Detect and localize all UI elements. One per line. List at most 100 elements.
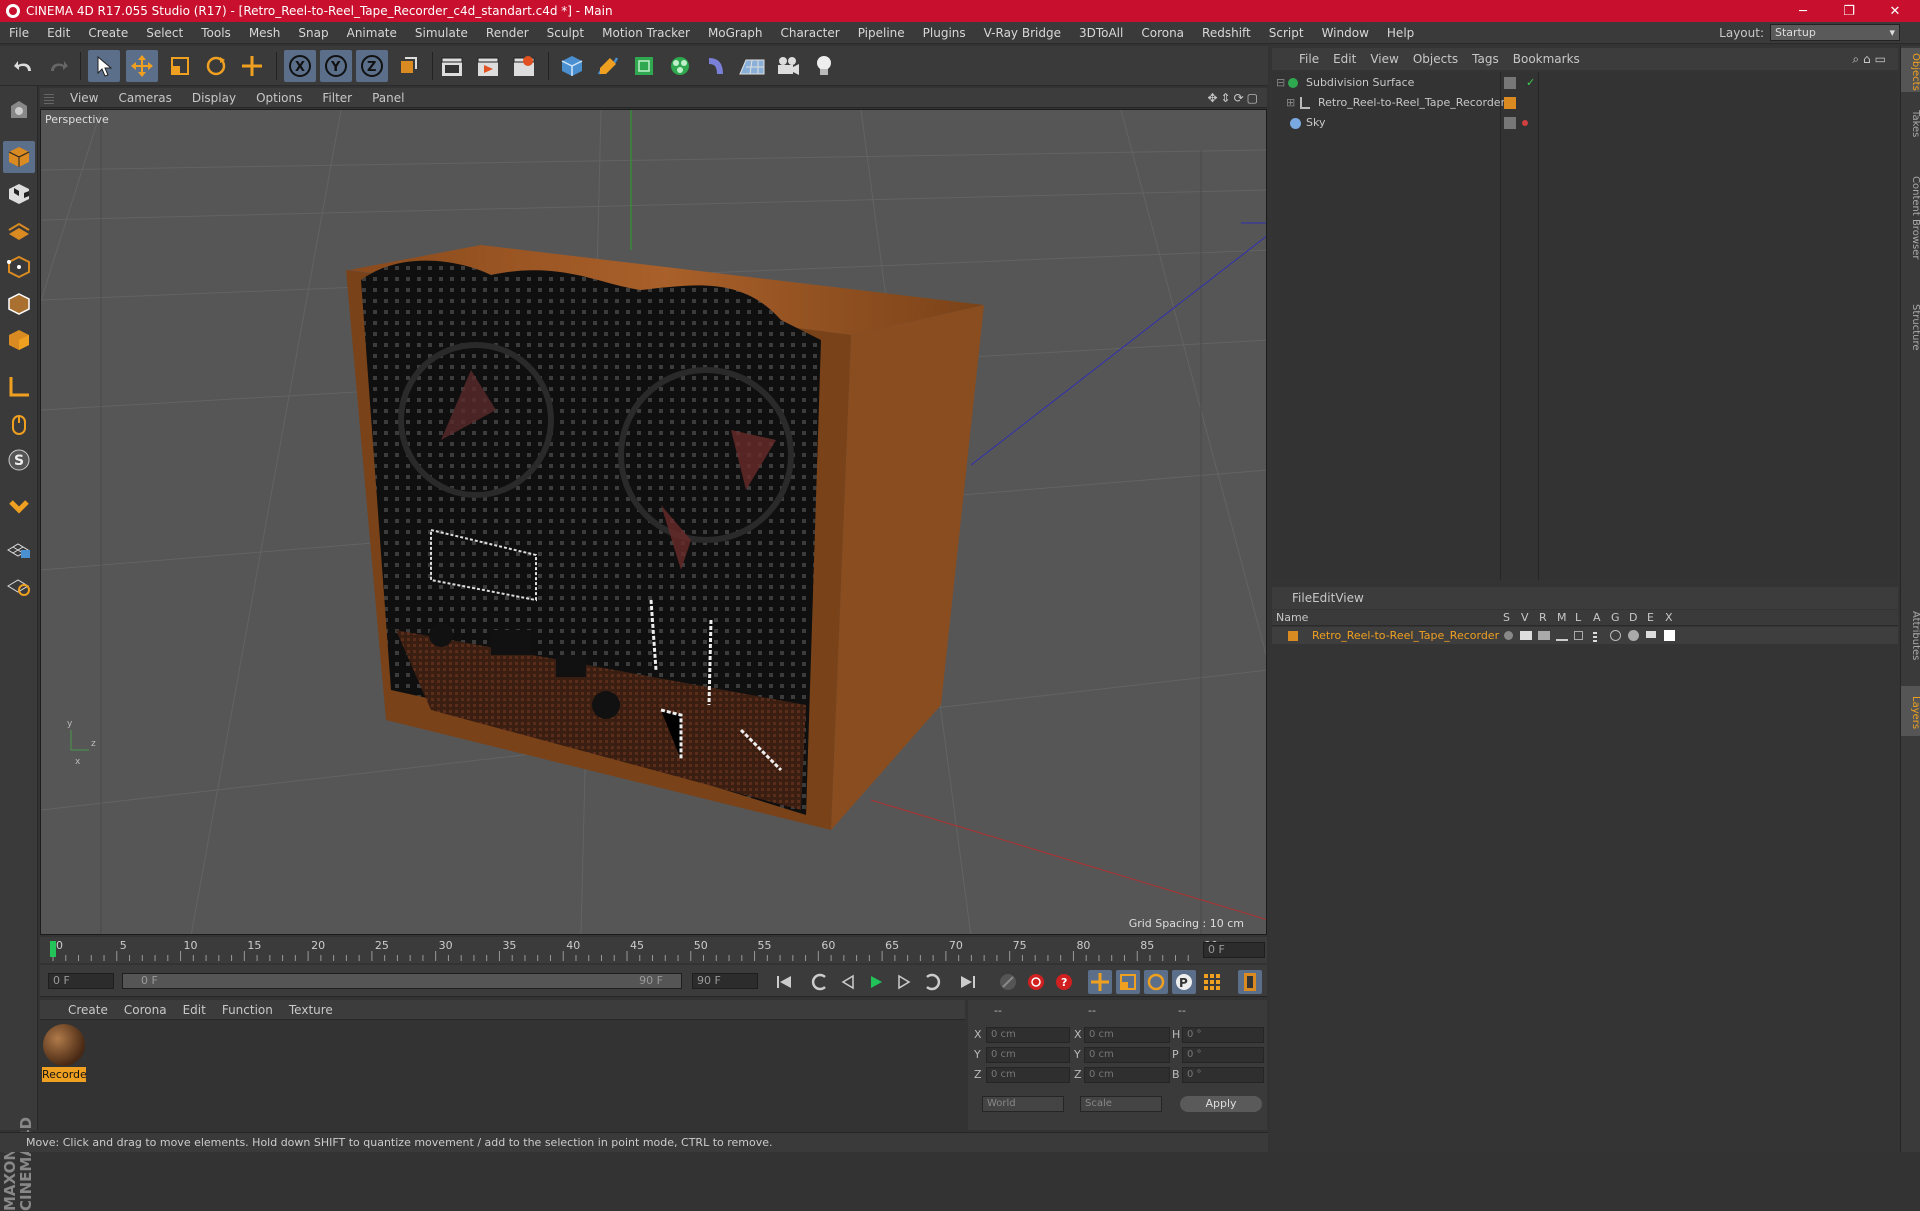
restore-button[interactable]: ❐ bbox=[1826, 0, 1872, 22]
tab-attributes[interactable]: Attributes bbox=[1901, 586, 1920, 682]
key-position-toggle[interactable] bbox=[1088, 970, 1112, 994]
deformer-icon[interactable] bbox=[1628, 630, 1639, 641]
magnet-button[interactable] bbox=[3, 490, 35, 522]
spline-pen-button[interactable] bbox=[592, 50, 624, 82]
play-button[interactable] bbox=[864, 970, 888, 994]
object-row-subdivision-surface[interactable]: ⊟ Subdivision Surface ✓ bbox=[1272, 74, 1898, 92]
prev-frame-button[interactable] bbox=[836, 970, 860, 994]
object-manager-nav-icons[interactable]: ⌕⌂▭ bbox=[1852, 52, 1890, 67]
x-axis-lock[interactable]: X bbox=[284, 50, 316, 82]
y-axis-lock[interactable]: Y bbox=[320, 50, 352, 82]
viewport-menu-panel[interactable]: Panel bbox=[362, 91, 414, 105]
layer-col-render[interactable]: R bbox=[1539, 610, 1547, 626]
go-to-start-button[interactable] bbox=[772, 970, 796, 994]
menu-animate[interactable]: Animate bbox=[338, 26, 406, 40]
menu-redshift[interactable]: Redshift bbox=[1193, 26, 1260, 40]
rot-b-field[interactable]: 0 ° bbox=[1182, 1067, 1264, 1083]
edges-mode-button[interactable] bbox=[3, 288, 35, 320]
material-item[interactable]: Recorde bbox=[42, 1023, 87, 1083]
viewport-menu-display[interactable]: Display bbox=[182, 91, 246, 105]
workplane-align-button[interactable] bbox=[3, 568, 35, 600]
menu-corona[interactable]: Corona bbox=[1132, 26, 1193, 40]
live-selection-tool[interactable] bbox=[88, 50, 120, 82]
menu-vray-bridge[interactable]: V-Ray Bridge bbox=[975, 26, 1070, 40]
tab-content-browser[interactable]: Content Browser bbox=[1901, 146, 1920, 286]
workplane-mode-button[interactable] bbox=[3, 214, 35, 246]
size-x-field[interactable]: 0 cm bbox=[1084, 1027, 1170, 1043]
cloner-button[interactable] bbox=[664, 50, 696, 82]
menu-script[interactable]: Script bbox=[1260, 26, 1313, 40]
layer-menu-file[interactable]: File bbox=[1292, 591, 1312, 605]
next-frame-button[interactable] bbox=[892, 970, 916, 994]
solo-icon[interactable] bbox=[1504, 631, 1513, 640]
camera-button[interactable] bbox=[772, 50, 804, 82]
snapping-button[interactable]: S bbox=[3, 444, 35, 476]
menu-pipeline[interactable]: Pipeline bbox=[849, 26, 914, 40]
menu-3dtoall[interactable]: 3DToAll bbox=[1070, 26, 1132, 40]
next-key-button[interactable] bbox=[920, 970, 944, 994]
menu-select[interactable]: Select bbox=[137, 26, 192, 40]
timeline-ruler[interactable]: 051015202530354045505560657075808590 0 F bbox=[40, 937, 1267, 963]
material-menu-edit[interactable]: Edit bbox=[175, 1003, 214, 1017]
size-mode-dropdown[interactable]: Scale bbox=[1080, 1096, 1162, 1112]
prev-key-button[interactable] bbox=[808, 970, 832, 994]
menu-tools[interactable]: Tools bbox=[192, 26, 240, 40]
timeline-window-button[interactable] bbox=[1238, 970, 1262, 994]
menu-render[interactable]: Render bbox=[477, 26, 538, 40]
layer-col-locked[interactable]: L bbox=[1575, 610, 1581, 626]
layer-row[interactable]: Retro_Reel-to-Reel_Tape_Recorder bbox=[1272, 627, 1898, 644]
layer-col-xref[interactable]: X bbox=[1665, 610, 1673, 626]
layer-col-animation[interactable]: A bbox=[1593, 610, 1601, 626]
rot-h-field[interactable]: 0 ° bbox=[1182, 1027, 1264, 1043]
menu-window[interactable]: Window bbox=[1313, 26, 1378, 40]
record-keys-toggle[interactable] bbox=[996, 970, 1020, 994]
pos-x-field[interactable]: 0 cm bbox=[986, 1027, 1070, 1043]
key-pla-toggle[interactable] bbox=[1200, 970, 1224, 994]
menu-mograph[interactable]: MoGraph bbox=[699, 26, 772, 40]
render-view-button[interactable] bbox=[436, 50, 468, 82]
end-frame-field[interactable]: 90 F bbox=[692, 973, 758, 989]
menu-simulate[interactable]: Simulate bbox=[406, 26, 477, 40]
size-z-field[interactable]: 0 cm bbox=[1084, 1067, 1170, 1083]
material-menu-texture[interactable]: Texture bbox=[281, 1003, 341, 1017]
playhead[interactable] bbox=[50, 941, 56, 957]
layer-col-solo[interactable]: S bbox=[1503, 610, 1510, 626]
auto-key-button[interactable]: ? bbox=[1052, 970, 1076, 994]
generator-icon[interactable] bbox=[1610, 630, 1621, 641]
tab-layers[interactable]: Layers bbox=[1901, 686, 1920, 736]
layer-col-expressions[interactable]: E bbox=[1647, 610, 1654, 626]
undo-button[interactable] bbox=[8, 50, 40, 82]
object-row-sky[interactable]: Sky bbox=[1272, 114, 1898, 132]
tab-structure[interactable]: Structure bbox=[1901, 290, 1920, 360]
cube-primitive-button[interactable] bbox=[556, 50, 588, 82]
menu-file[interactable]: File bbox=[0, 26, 38, 40]
render-icon[interactable] bbox=[1538, 631, 1550, 640]
menu-mesh[interactable]: Mesh bbox=[240, 26, 290, 40]
object-menu-file[interactable]: File bbox=[1292, 52, 1326, 66]
menu-snap[interactable]: Snap bbox=[289, 26, 337, 40]
minimize-button[interactable]: ─ bbox=[1780, 0, 1826, 22]
layer-menu-edit[interactable]: Edit bbox=[1312, 591, 1335, 605]
tab-objects[interactable]: Objects bbox=[1901, 48, 1920, 92]
menu-character[interactable]: Character bbox=[771, 26, 848, 40]
model-mode-button[interactable] bbox=[3, 141, 35, 173]
viewport-nav-icons[interactable]: ✥⇕⟳▢ bbox=[1207, 91, 1261, 105]
viewport-menu-cameras[interactable]: Cameras bbox=[108, 91, 181, 105]
xref-icon[interactable] bbox=[1664, 630, 1675, 641]
make-editable-button[interactable] bbox=[3, 94, 35, 126]
menu-sculpt[interactable]: Sculpt bbox=[538, 26, 593, 40]
layer-col-view[interactable]: V bbox=[1521, 610, 1529, 626]
floor-button[interactable] bbox=[736, 50, 768, 82]
preview-range-slider[interactable]: 0 F 90 F bbox=[122, 973, 682, 989]
key-parameter-toggle[interactable]: P bbox=[1172, 970, 1196, 994]
render-to-picture-viewer-button[interactable] bbox=[472, 50, 504, 82]
layer-col-deformers[interactable]: D bbox=[1629, 610, 1637, 626]
layer-col-manager[interactable]: M bbox=[1557, 610, 1567, 626]
perspective-viewport[interactable]: y z x Perspective Grid Spacing : 10 cm bbox=[40, 109, 1267, 935]
coordinate-system-button[interactable] bbox=[392, 50, 424, 82]
object-menu-bookmarks[interactable]: Bookmarks bbox=[1506, 52, 1587, 66]
start-frame-field[interactable]: 0 F bbox=[48, 973, 114, 989]
texture-mode-button[interactable] bbox=[3, 178, 35, 210]
key-rotation-toggle[interactable] bbox=[1144, 970, 1168, 994]
light-button[interactable] bbox=[808, 50, 840, 82]
